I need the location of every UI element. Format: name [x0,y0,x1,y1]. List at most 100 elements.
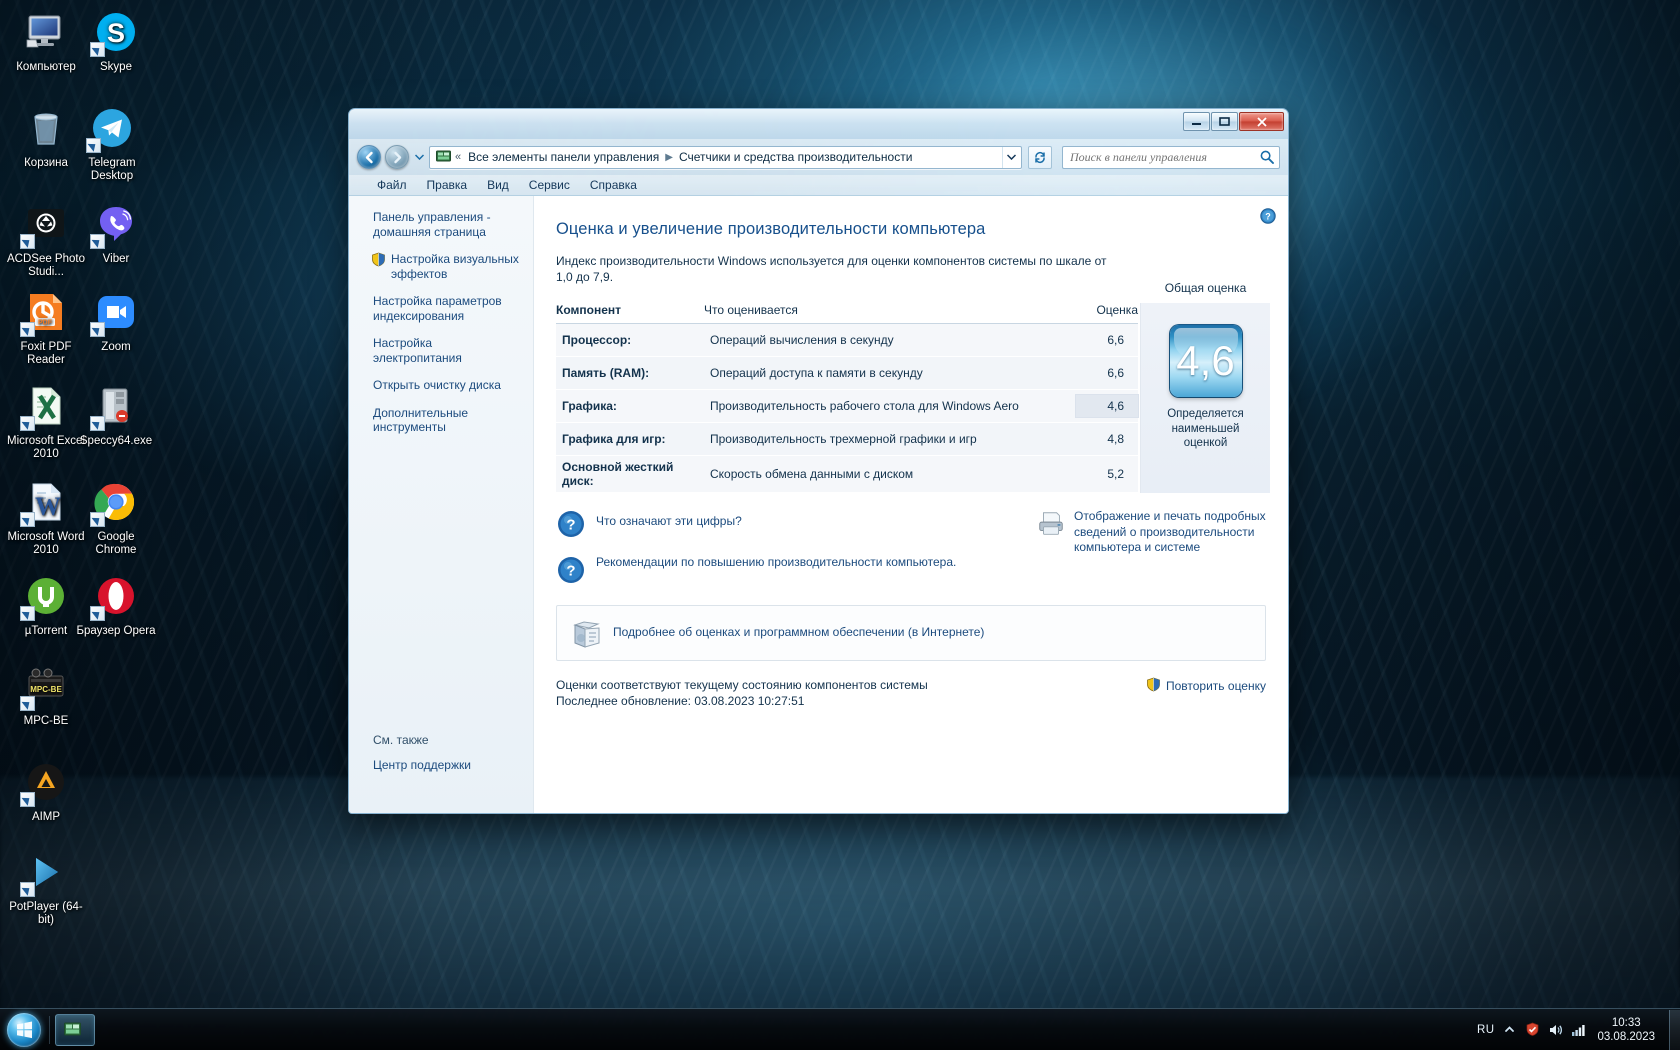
svg-text:MPC-BE: MPC-BE [30,685,62,694]
back-button[interactable] [357,145,381,169]
minimize-button[interactable] [1183,112,1210,131]
desktop-icon-label: MPC-BE [23,715,69,727]
close-button[interactable] [1239,112,1284,131]
control-panel-icon [435,149,451,165]
table-row[interactable]: Процессор: Операций вычисления в секунду… [556,324,1138,357]
language-indicator[interactable]: RU [1477,1024,1494,1036]
address-overflow-chevron-icon[interactable]: « [455,151,461,163]
task-action-center[interactable]: Центр поддержки [373,758,523,773]
desktop-icon-speccy[interactable]: Speccy64.exe [76,382,156,448]
menu-tools[interactable]: Сервис [519,176,580,194]
learn-more-box[interactable]: Подробнее об оценках и программном обесп… [556,605,1266,661]
desktop-icon-word[interactable]: W Microsoft Word 2010 [6,478,86,557]
breadcrumb-item-all-control-panel-items[interactable]: Все элементы панели управления [465,149,662,165]
volume-icon[interactable] [1547,1022,1563,1038]
link-print-details[interactable]: Отображение и печать подробных сведений … [1074,509,1266,556]
link-what-do-numbers-mean[interactable]: Что означают эти цифры? [596,509,742,530]
desktop-icon-mpc-be[interactable]: MPC-BE MPC-BE [6,662,86,728]
desktop-icon-aimp[interactable]: AIMP [6,758,86,824]
task-control-panel-home[interactable]: Панель управления - домашняя страница [373,210,523,239]
task-power-options[interactable]: Настройка электропитания [373,336,523,365]
page-intro-text: Индекс производительности Windows исполь… [556,254,1107,284]
base-score-caption: Определяется наименьшей оценкой [1167,408,1244,449]
antivirus-icon[interactable] [1524,1022,1540,1038]
desktop-icon-utorrent[interactable]: µTorrent [6,572,86,638]
table-row[interactable]: Графика: Производительность рабочего сто… [556,390,1138,423]
table-row[interactable]: Графика для игр: Производительность трех… [556,423,1138,456]
clock-date: 03.08.2023 [1597,1030,1655,1043]
clock[interactable]: 10:33 03.08.2023 [1593,1016,1663,1044]
svg-text:?: ? [566,563,575,580]
svg-text:S: S [107,18,125,48]
row-description: Операций доступа к памяти в секунду [710,365,923,380]
desktop-icon-excel[interactable]: Microsoft Excel 2010 [6,382,86,461]
desktop-icon-potplayer[interactable]: PotPlayer (64-bit) [6,848,86,927]
excel-icon [20,382,70,431]
breadcrumb-item-performance-tools[interactable]: Счетчики и средства производительности [676,149,915,165]
start-button[interactable] [2,1011,46,1049]
ratings-table: Компонент Что оценивается Оценка Процесс… [556,303,1138,493]
task-indexing-options[interactable]: Настройка параметров индексирования [373,294,523,323]
table-row[interactable]: Основной жесткий диск: Скорость обмена д… [556,456,1138,493]
menu-help[interactable]: Справка [580,176,647,194]
see-also-section: См. также Центр поддержки [373,733,523,786]
row-description: Скорость обмена данными с диском [710,466,914,481]
links-right-column[interactable]: Отображение и печать подробных сведений … [1036,509,1266,601]
desktop-icon-opera[interactable]: Браузер Opera [76,572,156,638]
desktop-icon-computer[interactable]: Компьютер [6,8,86,74]
taskbar: RU 10:33 03.08.2023 [0,1008,1680,1050]
desktop-icon-viber[interactable]: Viber [76,200,156,266]
status-section: Оценки соответствуют текущему состоянию … [556,677,1266,709]
task-advanced-tools[interactable]: Дополнительные инструменты [373,406,523,435]
search-input[interactable] [1068,148,1259,166]
telegram-icon [86,104,136,153]
shield-icon [1146,677,1161,695]
task-disk-cleanup[interactable]: Открыть очистку диска [373,378,523,393]
acdsee-icon [20,200,70,249]
taskbar-item-control-panel[interactable] [55,1013,95,1046]
table-row[interactable]: Память (RAM): Операций доступа к памяти … [556,357,1138,390]
address-dropdown-icon[interactable] [1002,146,1019,168]
recent-pages-dropdown-icon[interactable] [413,154,425,160]
task-visual-effects[interactable]: Настройка визуальных эффектов [372,252,523,281]
desktop-icon-label: Telegram Desktop [88,157,136,182]
link-learn-more-online[interactable]: Подробнее об оценках и программном обесп… [613,625,984,641]
desktop-icon-skype[interactable]: S Skype [76,8,156,74]
shortcut-overlay-icon [20,882,35,897]
window-body: Панель управления - домашняя страница На… [349,196,1288,813]
utorrent-icon [20,572,70,621]
speccy-icon [90,382,140,431]
desktop-icon-zoom[interactable]: Zoom [76,288,156,354]
shortcut-overlay-icon [90,234,105,249]
help-icon[interactable]: ? [1260,208,1276,224]
base-score-badge: 4,6 [1169,325,1242,397]
search-icon[interactable] [1259,150,1274,165]
menu-view[interactable]: Вид [477,176,519,194]
desktop-icon-chrome[interactable]: Google Chrome [76,478,156,557]
control-panel-window[interactable]: « Все элементы панели управления ▶ Счетч… [348,108,1289,814]
search-box[interactable] [1062,145,1280,169]
maximize-button[interactable] [1211,112,1238,131]
shortcut-overlay-icon [86,138,101,153]
forward-button[interactable] [385,145,409,169]
rerun-assessment-button[interactable]: Повторить оценку [1146,677,1266,695]
show-desktop-button[interactable] [1669,1009,1680,1050]
show-hidden-icons-icon[interactable] [1501,1022,1517,1038]
desktop-icon-telegram[interactable]: Telegram Desktop [72,104,152,183]
ratings-table-wrapper: Компонент Что оценивается Оценка Процесс… [556,281,1270,493]
link-row[interactable]: ? Рекомендации по повышению производител… [556,555,1036,585]
menu-edit[interactable]: Правка [417,176,478,194]
link-performance-tips[interactable]: Рекомендации по повышению производительн… [596,555,956,571]
desktop-icon-foxit-pdf[interactable]: PDF Foxit PDF Reader [6,288,86,367]
address-bar[interactable]: « Все элементы панели управления ▶ Счетч… [429,145,1022,169]
desktop-icon-acdsee[interactable]: ACDSee Photo Studi... [6,200,86,279]
breadcrumb: Все элементы панели управления ▶ Счетчик… [465,149,1002,165]
shortcut-overlay-icon [90,42,105,57]
network-icon[interactable] [1570,1022,1586,1038]
menu-file[interactable]: Файл [367,176,417,194]
shortcut-overlay-icon [20,322,35,337]
link-row[interactable]: ? Что означают эти цифры? [556,509,1036,539]
window-titlebar[interactable] [349,109,1288,139]
status-line-2: Последнее обновление: 03.08.2023 10:27:5… [556,694,805,708]
refresh-button[interactable] [1028,145,1052,169]
